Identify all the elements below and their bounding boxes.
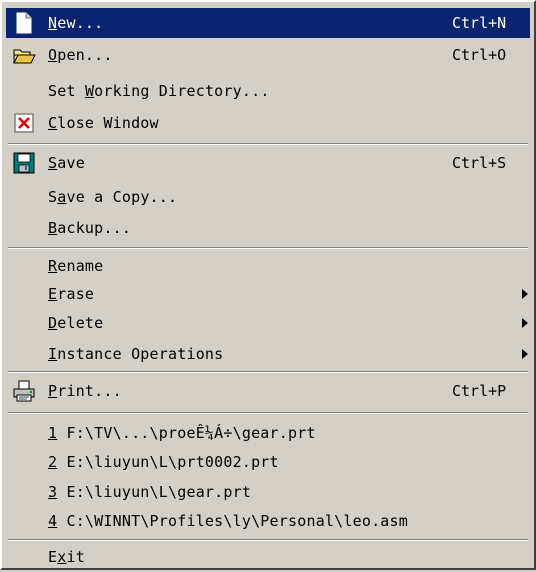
submenu-arrow-icon (522, 349, 528, 359)
menu-item-shortcut: Ctrl+N (452, 14, 507, 32)
menu-item-label: Exit (48, 548, 85, 566)
menu-item-label: Rename (48, 257, 104, 275)
menu-item-label: 2 E:\liuyun\L\prt0002.prt (48, 453, 279, 471)
recent-file-3[interactable]: 3 E:\liuyun\L\gear.prt (6, 477, 530, 507)
menu-item-shortcut: Ctrl+O (452, 46, 507, 64)
menu-item-delete[interactable]: Delete (6, 308, 530, 338)
file-menu: New... Ctrl+N Open... Ctrl+O Set Working… (0, 0, 536, 570)
menu-item-label: Backup... (48, 219, 132, 237)
menu-item-label: Close Window (48, 114, 159, 132)
menu-item-label: Set Working Directory... (48, 82, 270, 100)
recent-file-2[interactable]: 2 E:\liuyun\L\prt0002.prt (6, 447, 530, 477)
menu-item-label: Print... (48, 382, 122, 400)
menu-item-backup[interactable]: Backup... (6, 213, 530, 243)
open-folder-icon (12, 43, 36, 67)
menu-item-label: Instance Operations (48, 345, 224, 363)
menu-separator (8, 412, 528, 414)
close-window-icon (12, 111, 36, 135)
menu-item-save[interactable]: Save Ctrl+S (6, 148, 530, 178)
printer-icon (12, 379, 36, 403)
submenu-arrow-icon (522, 318, 528, 328)
menu-item-shortcut: Ctrl+P (452, 382, 507, 400)
menu-item-shortcut: Ctrl+S (452, 154, 507, 172)
menu-item-save-a-copy[interactable]: Save a Copy... (6, 182, 530, 212)
menu-item-label: 1 F:\TV\...\proeÊ¼Á÷\gear.prt (48, 424, 316, 442)
menu-item-label: 4 C:\WINNT\Profiles\ly\Personal\leo.asm (48, 512, 409, 530)
menu-item-close-window[interactable]: Close Window (6, 108, 530, 138)
menu-item-label: Delete (48, 314, 104, 332)
menu-item-print[interactable]: Print... Ctrl+P (6, 376, 530, 406)
new-document-icon (12, 11, 36, 35)
menu-item-label: New... (48, 14, 104, 32)
menu-item-label: Open... (48, 46, 113, 64)
recent-file-1[interactable]: 1 F:\TV\...\proeÊ¼Á÷\gear.prt (6, 418, 530, 448)
recent-file-4[interactable]: 4 C:\WINNT\Profiles\ly\Personal\leo.asm (6, 506, 530, 536)
menu-item-set-working-directory[interactable]: Set Working Directory... (6, 76, 530, 106)
menu-item-label: 3 E:\liuyun\L\gear.prt (48, 483, 252, 501)
menu-item-exit[interactable]: Exit (6, 542, 530, 572)
menu-separator (8, 371, 528, 373)
menu-item-label: Save (48, 154, 85, 172)
menu-item-label: Save a Copy... (48, 188, 178, 206)
submenu-arrow-icon (522, 289, 528, 299)
menu-item-instance-operations[interactable]: Instance Operations (6, 339, 530, 369)
menu-item-erase[interactable]: Erase (6, 279, 530, 309)
menu-separator (8, 143, 528, 145)
menu-separator (8, 539, 528, 541)
menu-separator (8, 247, 528, 249)
menu-item-new[interactable]: New... Ctrl+N (6, 8, 530, 38)
menu-item-label: Erase (48, 285, 95, 303)
menu-item-open[interactable]: Open... Ctrl+O (6, 40, 530, 70)
save-disk-icon (12, 151, 36, 175)
menu-item-rename[interactable]: Rename (6, 251, 530, 281)
